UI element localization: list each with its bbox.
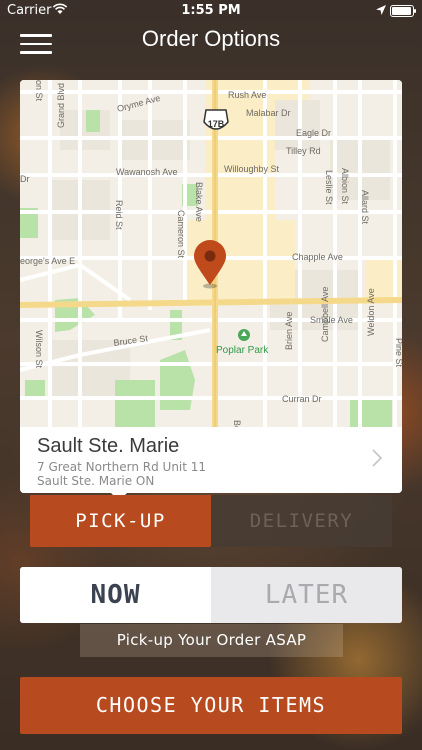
street-label: on St (34, 80, 44, 102)
pickup-time-hint: Pick-up Your Order ASAP (80, 624, 343, 657)
street-label: Reid St (114, 200, 124, 230)
park-icon (238, 329, 250, 341)
street-label: Wilson St (34, 330, 44, 369)
street-label: Curran Dr (282, 394, 322, 404)
street-label: Chapple Ave (292, 252, 343, 262)
street-label: Pine St (394, 338, 402, 368)
store-name: Sault Ste. Marie (37, 435, 180, 457)
street-label: Willoughby St (224, 164, 280, 174)
store-location-row[interactable]: Sault Ste. Marie 7 Great Northern Rd Uni… (20, 427, 402, 493)
street-label: Weldon Ave (366, 288, 376, 336)
map[interactable]: Rush Ave Malabar Dr Oryme Ave Eagle Dr T… (20, 80, 402, 427)
tab-delivery[interactable]: DELIVERY (211, 495, 392, 547)
street-label: Cameron St (176, 210, 186, 259)
street-label: Campbell Ave (320, 287, 330, 342)
clock: 1:55 PM (181, 3, 241, 18)
street-label: Rush Ave (228, 90, 266, 100)
store-address-line2: Sault Ste. Marie ON (37, 474, 155, 488)
svg-text:17B: 17B (208, 119, 225, 129)
street-label: Albion St (340, 168, 350, 205)
chevron-right-icon (372, 449, 382, 467)
page-title: Order Options (141, 26, 281, 51)
street-label: Wawanosh Ave (116, 167, 178, 177)
street-label: Grand Blvd (56, 83, 66, 128)
street-label: Smale Ave (310, 315, 353, 325)
street-label: eorge's Ave E (20, 256, 75, 266)
store-location-card: Rush Ave Malabar Dr Oryme Ave Eagle Dr T… (20, 80, 402, 501)
status-bar: Carrier 1:55 PM (0, 0, 422, 22)
park-label: Poplar Park (216, 345, 269, 356)
nav-bar: Order Options (0, 22, 422, 62)
street-label: Leslie St (324, 170, 334, 205)
battery-icon (390, 5, 416, 17)
highway-shield-icon: 17B (203, 109, 229, 130)
tab-pickup[interactable]: PICK-UP (30, 495, 211, 547)
street-label: Dr (20, 174, 30, 184)
street-label: Allard St (360, 190, 370, 225)
choose-items-button[interactable]: CHOOSE YOUR ITEMS (20, 677, 402, 734)
street-label: Eagle Dr (296, 128, 331, 138)
store-address-line1: 7 Great Northern Rd Unit 11 (37, 460, 207, 474)
now-option[interactable]: NOW (20, 567, 211, 623)
street-label: Tilley Rd (286, 146, 321, 156)
location-services-icon (376, 5, 386, 15)
street-label: Be (232, 420, 242, 427)
order-type-tabs: PICK-UP DELIVERY (30, 495, 392, 547)
street-label: Malabar Dr (246, 108, 291, 118)
street-label: Brien Ave (284, 312, 294, 350)
street-label: Blake Ave (194, 182, 204, 222)
order-time-toggle: NOW LATER (20, 567, 402, 623)
later-option[interactable]: LATER (211, 567, 402, 623)
